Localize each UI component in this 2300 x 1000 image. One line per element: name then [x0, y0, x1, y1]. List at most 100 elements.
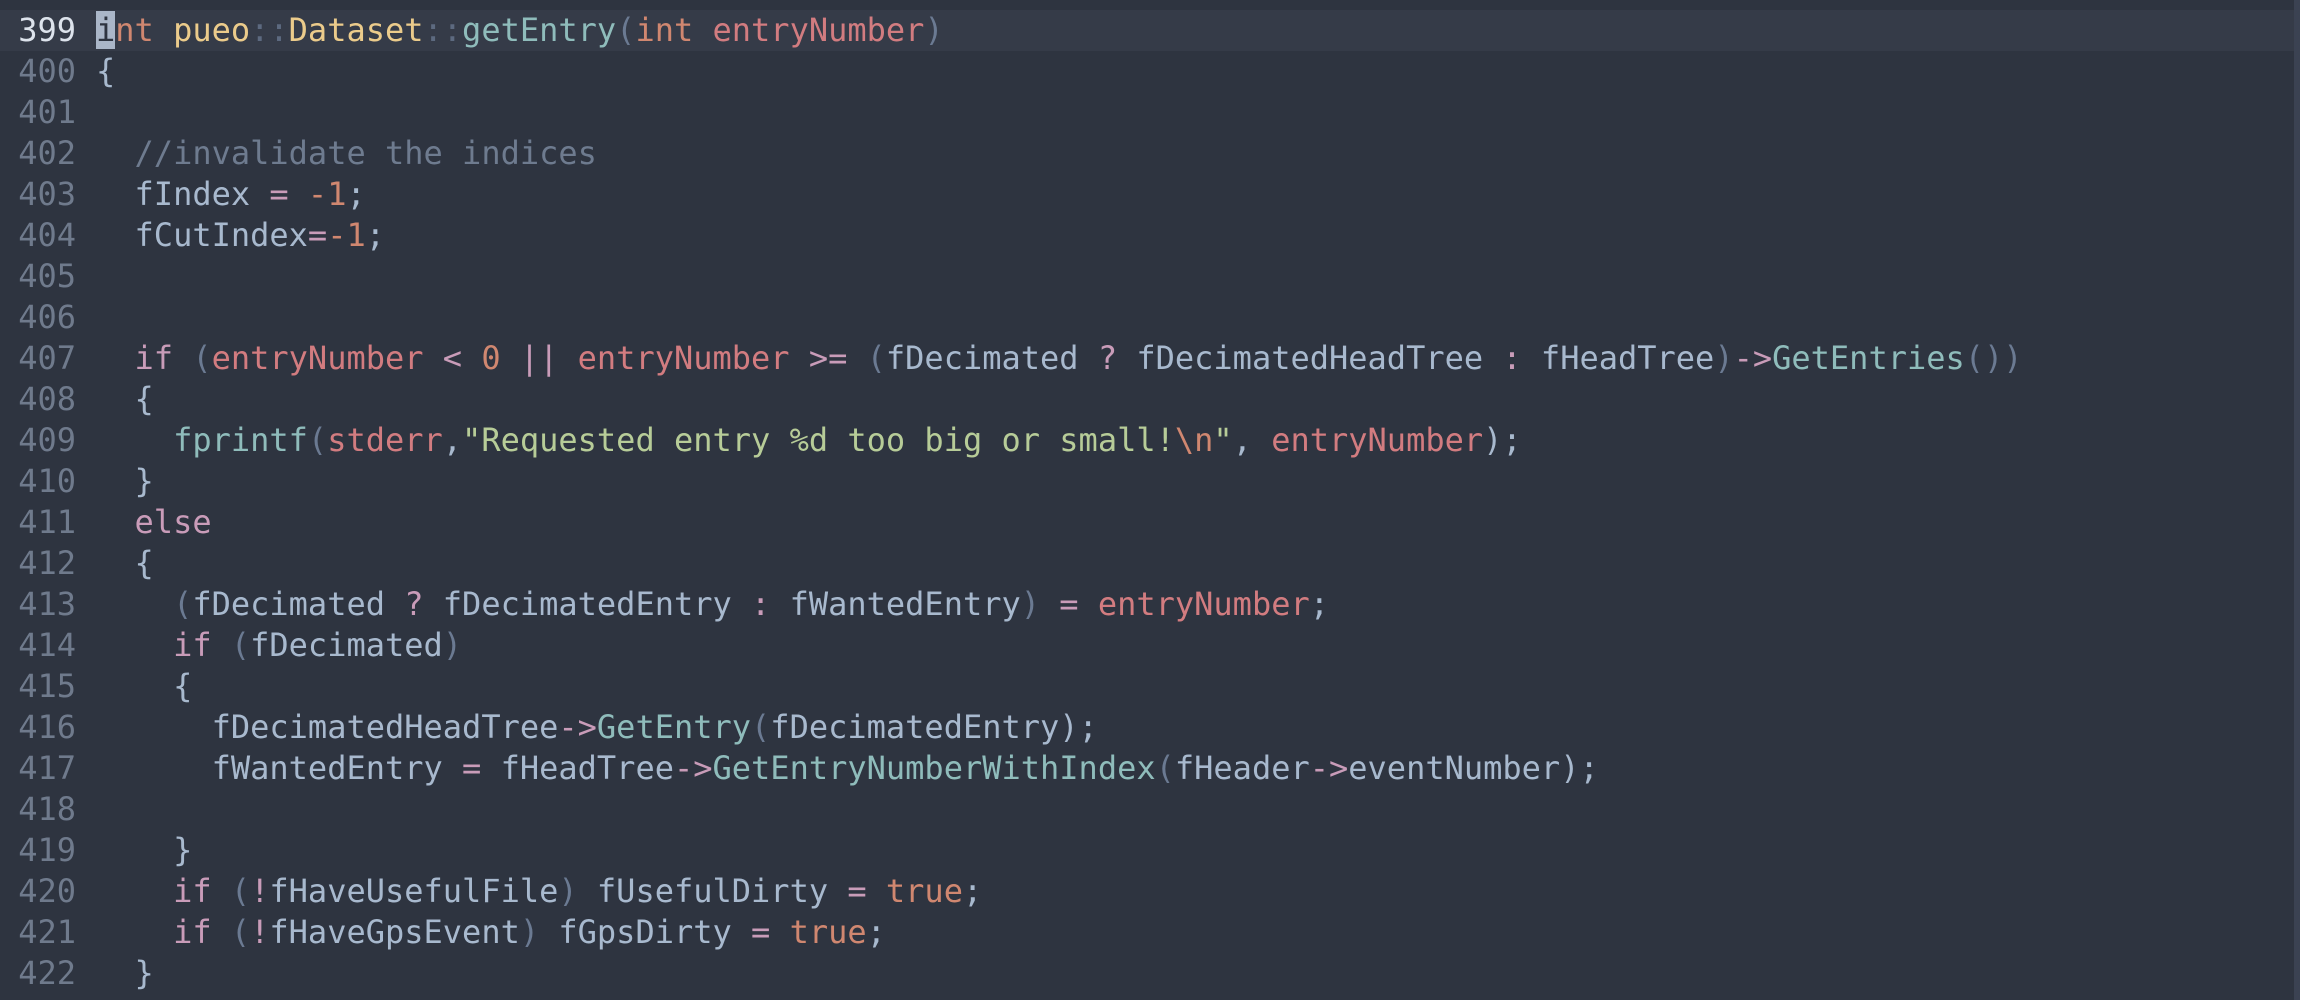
code-token: ->: [558, 708, 597, 746]
line-number: 418: [18, 790, 76, 828]
code-token: fDecimatedEntry: [442, 585, 732, 623]
code-line[interactable]: 399 int pueo::Dataset::getEntry(int entry…: [0, 10, 2300, 51]
code-token: ;: [962, 872, 983, 910]
code-token: ,: [1232, 421, 1272, 459]
code-token: fHeadTree: [1540, 339, 1715, 377]
code-token: fHaveGpsEvent: [269, 913, 520, 951]
code-line[interactable]: 413 (fDecimated ? fDecimatedEntry : fWan…: [0, 584, 2300, 625]
code-editor[interactable]: 399 int pueo::Dataset::getEntry(int entry…: [0, 0, 2300, 1000]
line-number: 415: [18, 667, 76, 705]
code-token: eventNumber: [1348, 749, 1561, 787]
line-code: (fDecimated ? fDecimatedEntry : fWantedE…: [96, 584, 1329, 625]
code-token: (: [230, 872, 251, 910]
code-line[interactable]: 409 fprintf(stderr,"Requested entry %d t…: [0, 420, 2300, 461]
line-number: 411: [18, 503, 76, 541]
line-code: int pueo::Dataset::getEntry(int entryNum…: [96, 10, 944, 51]
code-line[interactable]: 407 if (entryNumber < 0 || entryNumber >…: [0, 338, 2300, 379]
line-number: 403: [18, 175, 76, 213]
code-line[interactable]: 408 {: [0, 379, 2300, 420]
line-number: 421: [18, 913, 76, 951]
code-line[interactable]: 401: [0, 92, 2300, 133]
line-code: {: [96, 379, 154, 420]
code-token: entryNumber: [1271, 421, 1484, 459]
code-token: //invalidate the indices: [96, 134, 597, 172]
line-number: 406: [18, 298, 76, 336]
code-token: fWantedEntry: [96, 749, 463, 787]
code-line[interactable]: 422 }: [0, 953, 2300, 994]
code-token: =: [1040, 585, 1098, 623]
code-token: {: [96, 52, 116, 90]
code-token: =: [462, 749, 482, 787]
code-line[interactable]: 403 fIndex = -1;: [0, 174, 2300, 215]
code-line[interactable]: 414 if (fDecimated): [0, 625, 2300, 666]
line-number: 407: [18, 339, 76, 377]
line-code: {: [96, 51, 115, 92]
line-code: }: [96, 461, 154, 502]
line-number: 400: [18, 52, 76, 90]
code-line[interactable]: 418: [0, 789, 2300, 830]
text-cursor: i: [96, 11, 116, 49]
code-token: !: [250, 913, 270, 951]
code-token: fDecimated: [250, 626, 443, 664]
code-token: <: [423, 339, 482, 377]
line-code: {: [96, 666, 192, 707]
code-line[interactable]: 402 //invalidate the indices: [0, 133, 2300, 174]
code-token: ;: [365, 216, 385, 254]
code-token: :: [1483, 339, 1541, 377]
code-token: if: [96, 913, 212, 951]
code-line[interactable]: 406: [0, 297, 2300, 338]
code-token: ": [1213, 421, 1233, 459]
code-token: ::: [423, 11, 463, 49]
code-line[interactable]: 417 fWantedEntry = fHeadTree->GetEntryNu…: [0, 748, 2300, 789]
line-code: if (entryNumber < 0 || entryNumber >= (f…: [96, 338, 2023, 379]
line-number: 416: [18, 708, 76, 746]
code-token: fHeader: [1174, 749, 1310, 787]
code-token: (: [307, 421, 328, 459]
code-token: entryNumber: [211, 339, 424, 377]
code-token: fHaveUsefulFile: [269, 872, 559, 910]
scrollbar[interactable]: [2294, 0, 2300, 1000]
code-token: =: [269, 175, 289, 213]
code-token: fDecimated: [192, 585, 385, 623]
code-token: }: [96, 954, 154, 992]
code-line[interactable]: 421 if (!fHaveGpsEvent) fGpsDirty = true…: [0, 912, 2300, 953]
code-token: ?: [384, 585, 443, 623]
code-token: (: [866, 339, 886, 377]
code-token: fHeadTree: [481, 749, 674, 787]
code-line[interactable]: 400 {: [0, 51, 2300, 92]
code-token: -1: [307, 175, 347, 213]
code-token: GetEntry: [596, 708, 752, 746]
code-token: \n: [1174, 421, 1214, 459]
code-token: fCutIndex: [96, 216, 308, 254]
code-token: ;: [1309, 585, 1329, 623]
code-token: ): [519, 913, 540, 951]
code-token: (: [230, 626, 251, 664]
line-code: else: [96, 502, 212, 543]
line-code: if (!fHaveGpsEvent) fGpsDirty = true;: [96, 912, 886, 953]
code-token: ): [1020, 585, 1041, 623]
code-line[interactable]: 411 else: [0, 502, 2300, 543]
code-token: stderr: [327, 421, 443, 459]
code-line[interactable]: 416 fDecimatedHeadTree->GetEntry(fDecima…: [0, 707, 2300, 748]
code-line[interactable]: 405: [0, 256, 2300, 297]
line-number: 414: [18, 626, 76, 664]
code-line[interactable]: 412 {: [0, 543, 2300, 584]
line-code: //invalidate the indices: [96, 133, 597, 174]
code-token: !: [250, 872, 270, 910]
code-line[interactable]: 404 fCutIndex=-1;: [0, 215, 2300, 256]
line-code: {: [96, 543, 154, 584]
code-line[interactable]: 410 }: [0, 461, 2300, 502]
line-number: 420: [18, 872, 76, 910]
code-line[interactable]: 420 if (!fHaveUsefulFile) fUsefulDirty =…: [0, 871, 2300, 912]
code-token: (: [192, 339, 212, 377]
code-token: GetEntryNumberWithIndex: [712, 749, 1156, 787]
line-number: 413: [18, 585, 76, 623]
code-token: ): [558, 872, 578, 910]
code-line[interactable]: 419 }: [0, 830, 2300, 871]
code-line[interactable]: 415 {: [0, 666, 2300, 707]
line-code: fWantedEntry = fHeadTree->GetEntryNumber…: [96, 748, 1599, 789]
